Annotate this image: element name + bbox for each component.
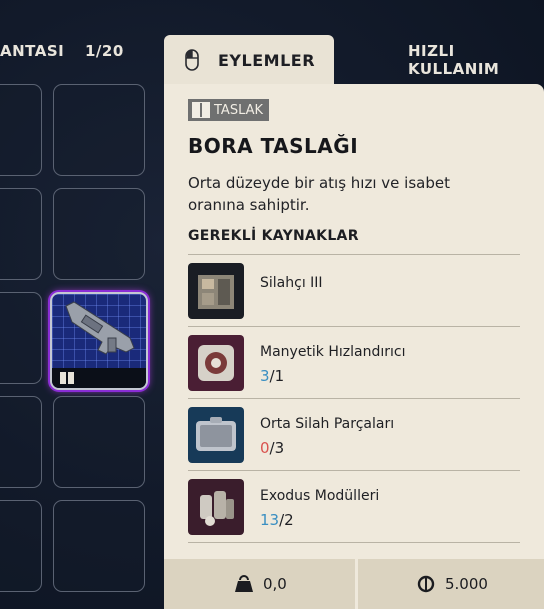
slot-footer: [52, 368, 146, 388]
inventory-slot-selected-blueprint[interactable]: [50, 292, 148, 390]
resource-name: Silahçı III: [260, 275, 323, 291]
resource-row: Orta Silah Parçaları 0/3: [188, 399, 520, 471]
actions-tab[interactable]: EYLEMLER: [164, 35, 334, 87]
resource-thumbnail: [188, 263, 244, 319]
resource-row: Exodus Modülleri 13/2: [188, 471, 520, 543]
item-type-badge: TASLAK: [188, 99, 270, 121]
weapon-parts-case-icon: [196, 417, 236, 451]
resource-thumbnail: [188, 479, 244, 535]
coin-icon: [417, 575, 435, 593]
actions-tab-label: EYLEMLER: [218, 51, 316, 70]
inventory-slot[interactable]: [0, 500, 42, 592]
resource-need: /1: [269, 367, 285, 385]
inventory-slot[interactable]: [0, 84, 42, 176]
required-resources-header: GEREKLİ KAYNAKLAR: [188, 228, 359, 244]
inventory-slot[interactable]: [0, 292, 42, 384]
weapon-icon: [65, 301, 135, 355]
book-icon: [192, 102, 210, 118]
resource-need: /2: [279, 511, 294, 529]
resource-row: Manyetik Hızlandırıcı 3/1: [188, 327, 520, 399]
item-type-label: TASLAK: [214, 102, 264, 118]
inventory-slot[interactable]: [53, 188, 145, 280]
resource-thumbnail: [188, 407, 244, 463]
backpack-capacity: 1/20: [85, 42, 124, 60]
resource-name: Manyetik Hızlandırıcı: [260, 344, 406, 360]
resource-quantity: 0/3: [260, 439, 284, 457]
inventory-screen: ANTASI 1/20 HIZLI KULLANIM EYLEMLER TASL…: [0, 0, 544, 609]
resource-have: 3: [260, 367, 270, 385]
inventory-slot[interactable]: [0, 396, 42, 488]
divider: [188, 542, 520, 543]
item-title: BORA TASLAĞI: [188, 134, 359, 158]
inventory-slot[interactable]: [53, 84, 145, 176]
inventory-slot[interactable]: [0, 188, 42, 280]
resource-have: 0: [260, 439, 270, 457]
resource-have: 13: [260, 511, 280, 529]
weight-stat: 0,0: [234, 559, 287, 609]
resource-quantity: 13/2: [260, 511, 294, 529]
price-stat: 5.000: [417, 559, 488, 609]
inventory-slot[interactable]: [53, 396, 145, 488]
divider: [355, 559, 358, 609]
inventory-slot[interactable]: [53, 500, 145, 592]
item-description: Orta düzeyde bir atış hızı ve isabet ora…: [188, 174, 450, 214]
backpack-title: ANTASI: [0, 42, 65, 60]
workbench-icon: [198, 275, 234, 309]
resource-name: Orta Silah Parçaları: [260, 416, 395, 432]
mouse-icon: [185, 49, 199, 71]
price-value: 5.000: [445, 575, 488, 593]
book-icon: [60, 372, 74, 384]
magnetic-accelerator-icon: [198, 345, 234, 381]
item-tooltip-panel: TASLAK BORA TASLAĞI Orta düzeyde bir atı…: [164, 84, 544, 609]
item-stats-bar: 0,0 5.000: [164, 559, 544, 609]
weight-icon: [235, 575, 253, 592]
exodus-modules-icon: [200, 491, 234, 526]
resource-name: Exodus Modülleri: [260, 488, 380, 504]
resource-row: Silahçı III: [188, 255, 520, 327]
weight-value: 0,0: [263, 575, 287, 593]
resource-quantity: 3/1: [260, 367, 284, 385]
resource-need: /3: [269, 439, 285, 457]
resource-thumbnail: [188, 335, 244, 391]
quick-use-title: HIZLI KULLANIM: [408, 42, 500, 78]
